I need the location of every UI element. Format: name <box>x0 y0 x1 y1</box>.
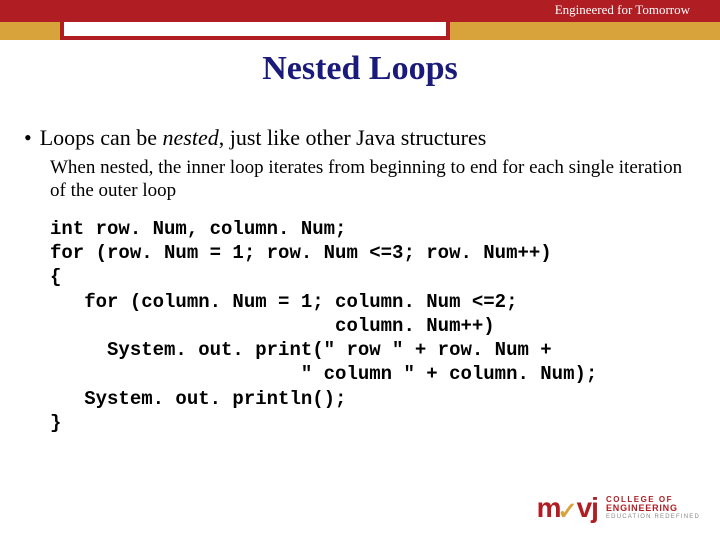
title-frame <box>60 22 450 40</box>
bullet-row: • Loops can be nested, just like other J… <box>22 125 692 151</box>
logo-check-icon: ✓ <box>558 497 577 526</box>
bullet-post: , just like other Java structures <box>219 125 487 150</box>
code-block: int row. Num, column. Num; for (row. Num… <box>50 217 692 436</box>
brand-logo: m✓vj COLLEGE OF ENGINEERING EDUCATION RE… <box>537 492 700 524</box>
bullet-pre: Loops can be <box>40 125 163 150</box>
logo-mark: m✓vj <box>537 492 598 524</box>
sub-paragraph: When nested, the inner loop iterates fro… <box>50 157 692 203</box>
header-bar: Engineered for Tomorrow <box>0 0 720 22</box>
bullet-text: Loops can be nested, just like other Jav… <box>40 125 487 151</box>
logo-line3: EDUCATION REDEFINED <box>606 514 700 520</box>
slide-content: • Loops can be nested, just like other J… <box>22 125 692 435</box>
logo-line2: ENGINEERING <box>606 504 700 513</box>
slide-title: Nested Loops <box>0 50 720 88</box>
bullet-em: nested <box>163 125 219 150</box>
bullet-marker: • <box>24 125 32 151</box>
tagline: Engineered for Tomorrow <box>555 2 690 18</box>
logo-vj: vj <box>577 492 598 523</box>
logo-text: COLLEGE OF ENGINEERING EDUCATION REDEFIN… <box>606 496 700 520</box>
